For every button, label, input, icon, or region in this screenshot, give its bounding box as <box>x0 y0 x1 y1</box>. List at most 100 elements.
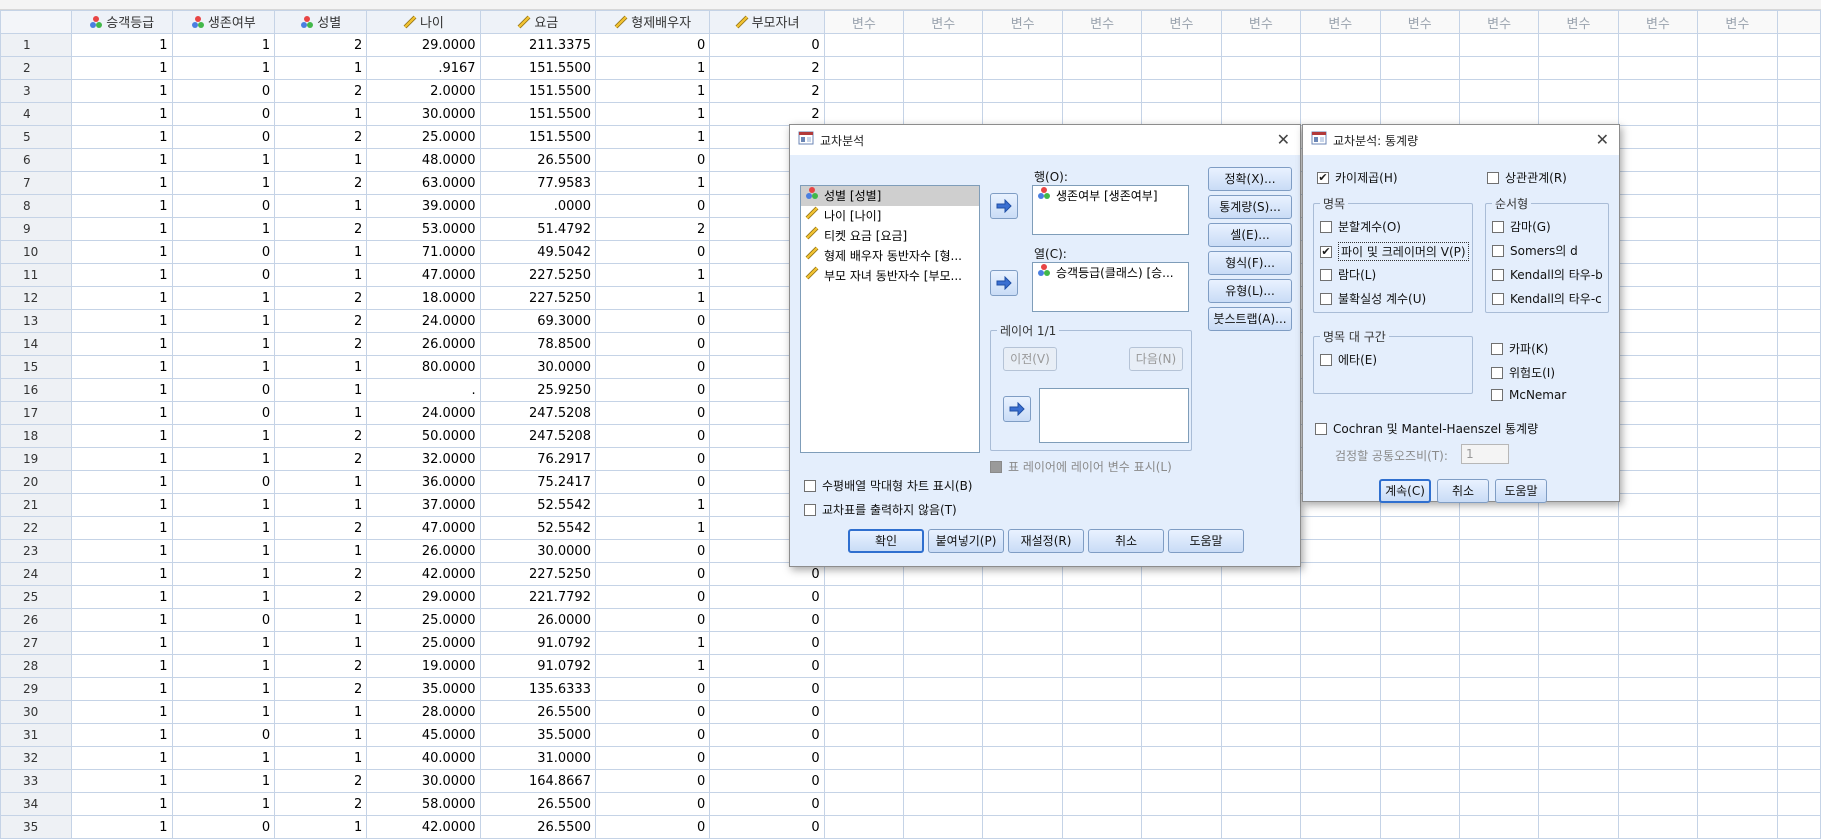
data-cell[interactable]: 2 <box>274 769 368 793</box>
empty-cell[interactable] <box>1697 769 1778 793</box>
empty-cell[interactable] <box>1617 539 1699 563</box>
data-cell[interactable]: 1 <box>274 470 368 494</box>
data-cell[interactable]: 1 <box>274 263 368 287</box>
data-cell[interactable]: 1 <box>70 171 173 195</box>
data-cell[interactable]: 69.3000 <box>479 309 596 333</box>
data-cell[interactable]: 26.0000 <box>366 539 481 563</box>
data-cell[interactable]: 1 <box>171 792 276 816</box>
data-cell[interactable]: 1 <box>70 401 173 425</box>
row-number[interactable]: 9 <box>0 217 72 241</box>
row-number[interactable]: 1 <box>0 33 72 57</box>
data-cell[interactable]: 1 <box>171 148 276 172</box>
empty-cell[interactable] <box>1538 815 1619 839</box>
empty-cell[interactable] <box>1617 631 1699 655</box>
data-cell[interactable]: 151.5500 <box>479 56 596 80</box>
data-cell[interactable]: 0 <box>594 332 711 356</box>
empty-cell[interactable] <box>1220 33 1302 57</box>
data-cell[interactable]: 1 <box>70 194 173 218</box>
data-cell[interactable]: 1 <box>274 631 368 655</box>
empty-cell[interactable] <box>982 677 1063 701</box>
empty-column-header[interactable]: 변수 <box>1379 10 1460 34</box>
data-cell[interactable]: 47.0000 <box>366 516 481 540</box>
empty-cell[interactable] <box>1697 378 1778 402</box>
data-cell[interactable]: 0 <box>709 746 825 770</box>
empty-cell[interactable] <box>1697 194 1778 218</box>
data-cell[interactable]: 0 <box>594 309 711 333</box>
data-cell[interactable]: 1 <box>70 746 173 770</box>
data-cell[interactable]: 0 <box>709 654 825 678</box>
data-cell[interactable]: 0 <box>594 424 711 448</box>
data-cell[interactable]: 24.0000 <box>366 401 481 425</box>
empty-cell[interactable] <box>1379 56 1460 80</box>
data-cell[interactable]: 0 <box>171 470 276 494</box>
empty-cell[interactable] <box>1776 723 1821 747</box>
data-cell[interactable]: 0 <box>709 677 825 701</box>
data-cell[interactable]: 78.8500 <box>479 332 596 356</box>
empty-cell[interactable] <box>1697 470 1778 494</box>
empty-cell[interactable] <box>1776 263 1821 287</box>
empty-cell[interactable] <box>1061 677 1143 701</box>
empty-cell[interactable] <box>1617 309 1699 333</box>
paste-button[interactable]: 붙여넣기(P) <box>928 529 1004 553</box>
empty-cell[interactable] <box>1538 677 1619 701</box>
data-cell[interactable]: 0 <box>709 33 825 57</box>
move-to-layer-button[interactable] <box>1003 396 1031 422</box>
empty-cell[interactable] <box>1617 148 1699 172</box>
empty-cell[interactable] <box>1220 608 1302 632</box>
empty-cell[interactable] <box>1141 56 1222 80</box>
empty-cell[interactable] <box>1379 746 1460 770</box>
data-cell[interactable]: 135.6333 <box>479 677 596 701</box>
empty-cell[interactable] <box>982 33 1063 57</box>
empty-cell[interactable] <box>1538 792 1619 816</box>
data-cell[interactable]: 0 <box>171 378 276 402</box>
data-cell[interactable]: 2 <box>709 56 825 80</box>
data-cell[interactable]: 0 <box>709 585 825 609</box>
data-cell[interactable]: 1 <box>274 700 368 724</box>
row-number[interactable]: 13 <box>0 309 72 333</box>
data-cell[interactable]: 1 <box>594 493 711 517</box>
list-item[interactable]: 형제 배우자 동반자수 [형... <box>801 246 979 266</box>
suppress-tables-checkbox[interactable]: 교차표를 출력하지 않음(T) <box>804 501 957 518</box>
empty-cell[interactable] <box>1538 585 1619 609</box>
empty-cell[interactable] <box>1300 792 1381 816</box>
empty-cell[interactable] <box>1379 792 1460 816</box>
data-cell[interactable]: 1 <box>171 217 276 241</box>
data-cell[interactable]: 1 <box>70 631 173 655</box>
empty-column-header[interactable]: 변수 <box>823 10 905 34</box>
data-cell[interactable]: 1 <box>171 56 276 80</box>
data-cell[interactable]: 0 <box>594 769 711 793</box>
empty-cell[interactable] <box>1458 79 1540 103</box>
empty-cell[interactable] <box>1697 240 1778 264</box>
data-cell[interactable]: 1 <box>171 677 276 701</box>
data-cell[interactable]: 1 <box>70 585 173 609</box>
data-cell[interactable]: 25.9250 <box>479 378 596 402</box>
row-number[interactable]: 2 <box>0 56 72 80</box>
row-number[interactable]: 11 <box>0 263 72 287</box>
uncertainty-checkbox[interactable]: 불확실성 계수(U) <box>1320 290 1426 307</box>
empty-cell[interactable] <box>1300 102 1381 126</box>
data-cell[interactable]: 247.5208 <box>479 401 596 425</box>
empty-cell[interactable] <box>1617 700 1699 724</box>
empty-cell[interactable] <box>1776 171 1821 195</box>
empty-cell[interactable] <box>1300 700 1381 724</box>
data-cell[interactable]: 1 <box>594 263 711 287</box>
empty-cell[interactable] <box>1141 33 1222 57</box>
empty-cell[interactable] <box>1379 79 1460 103</box>
data-cell[interactable]: 1 <box>594 516 711 540</box>
data-cell[interactable]: 52.5542 <box>479 493 596 517</box>
empty-cell[interactable] <box>1379 723 1460 747</box>
empty-cell[interactable] <box>1300 608 1381 632</box>
data-cell[interactable]: 25.0000 <box>366 631 481 655</box>
data-cell[interactable]: 1 <box>594 171 711 195</box>
empty-cell[interactable] <box>1220 769 1302 793</box>
empty-cell[interactable] <box>1697 424 1778 448</box>
data-cell[interactable]: 1 <box>274 493 368 517</box>
data-cell[interactable]: 164.8667 <box>479 769 596 793</box>
empty-cell[interactable] <box>823 33 905 57</box>
data-cell[interactable]: 37.0000 <box>366 493 481 517</box>
empty-cell[interactable] <box>823 723 905 747</box>
data-cell[interactable]: 1 <box>171 562 276 586</box>
empty-cell[interactable] <box>1379 631 1460 655</box>
data-cell[interactable]: 1 <box>70 539 173 563</box>
empty-cell[interactable] <box>1061 815 1143 839</box>
